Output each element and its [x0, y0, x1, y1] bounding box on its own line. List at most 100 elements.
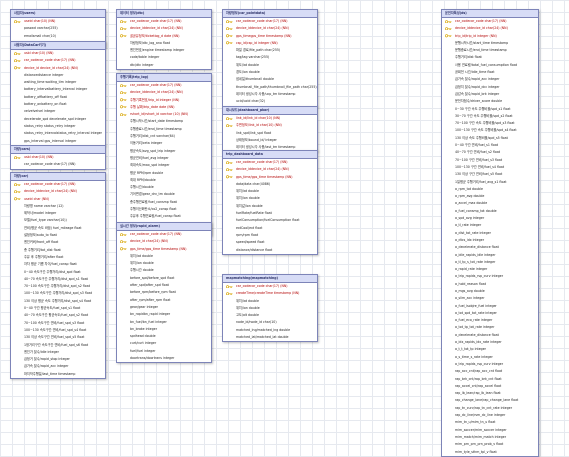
column-row[interactable]: extCool/ext float — [223, 225, 317, 232]
column-row[interactable]: after_rpm/after_rpm float — [117, 297, 211, 304]
column-row[interactable]: 경도/lon double — [223, 69, 317, 76]
column-row[interactable]: 급정지 횟수/rapid_dcc integer — [442, 84, 538, 91]
column-row[interactable]: link_spd/link_spd float — [223, 130, 317, 137]
column-row[interactable]: 모델(fuel_type varchar(10)) — [11, 217, 105, 224]
column-row[interactable]: 데이터 생성시각 사용/ucp_tm timestamp — [223, 91, 317, 98]
column-row[interactable]: 공회전 시간/idle_time float — [442, 69, 538, 76]
column-row[interactable]: 100~130 속도구간 연비/fuel_spd_s4 float — [11, 327, 105, 334]
column-row[interactable]: a_s_time_s_rate integer — [442, 354, 538, 361]
column-row[interactable]: car_codecar_code char(17) (NN) — [442, 18, 538, 25]
column-row[interactable]: 주행기록번호/trip_id integer (NN) — [117, 97, 211, 104]
column-row[interactable]: device_iddevice_id char(24) (NN) — [223, 25, 317, 32]
column-row[interactable]: 기어변경/gear_drv_tm double — [117, 191, 211, 198]
column-row[interactable]: node_id/node_id char(10) — [223, 319, 317, 326]
column-row[interactable]: a_fuel_consmp_tot double — [442, 208, 538, 215]
table-trip-log[interactable]: 주행기록(trip_log) car_codecar_code char(17) … — [116, 73, 212, 237]
table-cars[interactable]: 차량(cars) usbl char(10) (NN) car_codecar_co… — [10, 145, 106, 170]
column-row[interactable]: device_iddevice_id char(24) (NN) — [223, 166, 317, 173]
column-row[interactable]: 고도/alt double — [223, 312, 317, 319]
column-row[interactable]: car_codecar_code char(17) (NN) — [117, 82, 211, 89]
column-row[interactable]: a_rapid_rate integer — [442, 266, 538, 273]
column-row[interactable]: a_tl_tp_s_tot_rate integer — [442, 259, 538, 266]
column-row[interactable]: a_idx_rapids_idx_rate integer — [442, 339, 538, 346]
column-row[interactable]: usbl char(10) (NN) — [11, 154, 105, 161]
column-row[interactable]: gps_interval gps_interval integer — [11, 138, 105, 145]
column-row[interactable]: a_trip_rapids_rsp_curv integer — [442, 273, 538, 280]
column-row[interactable]: status_retry_intervalstatus_retry_interv… — [11, 130, 105, 137]
column-row[interactable]: 40~70 속도구간 주행거리/dist_spd_s1 float — [11, 276, 105, 283]
column-row[interactable]: 평균연비/fuel_avg integer — [117, 155, 211, 162]
column-row[interactable]: 엔진커버/front_off float — [11, 239, 105, 246]
column-row[interactable]: thumbnail_file_path/thumbnail_file_path … — [223, 84, 317, 91]
column-row[interactable]: gps_time/gps_time timestamp (NN) — [117, 246, 211, 253]
column-row[interactable]: a_dist_tot_rate integer — [442, 230, 538, 237]
column-row[interactable]: 주유 후 주행거리/after float — [11, 254, 105, 261]
column-row[interactable]: 운행종료시간/end_time timestamp — [442, 47, 538, 54]
column-row[interactable]: 평균 RPM/rpm double — [117, 170, 211, 177]
column-row[interactable]: dtc/dtc integer — [117, 62, 211, 69]
column-row[interactable]: 운전자점수/driver_score double — [442, 98, 538, 105]
column-row[interactable]: decelerate_spd decelerate_spd integer — [11, 116, 105, 123]
column-row[interactable]: rpm/rpm float — [223, 232, 317, 239]
column-row[interactable]: 주행시작시간/start_date timestamp — [117, 118, 211, 125]
column-row[interactable]: 30~70 구간 속도 주행비율/spd_s2 float — [442, 113, 538, 120]
column-row[interactable]: 제작사/model integer — [11, 210, 105, 217]
column-row[interactable]: 자차 평균 기름 차이/fuel_consp float — [11, 261, 105, 268]
column-row[interactable]: 주행거리/dist float — [442, 54, 538, 61]
column-row[interactable]: device_iddevice_id char(24) (NN) — [11, 188, 105, 195]
table-dashboard-pkor[interactable]: 대시보드(dashboard_pkor) link_id/link_id char… — [222, 106, 318, 153]
column-row[interactable]: 주행이산화탄소/co2_consp float — [117, 206, 211, 213]
column-row[interactable]: 차량명 name varchar (12) — [11, 203, 105, 210]
column-row[interactable]: bn_fuel/bn_fuel integer — [117, 319, 211, 326]
column-row[interactable]: 100~130 구간 연비/fuel_s4 float — [442, 164, 538, 171]
column-row[interactable]: device_id device_id char(24) (NN) — [11, 65, 105, 72]
column-row[interactable]: useid char(10) (NN) — [11, 18, 105, 25]
column-row[interactable]: 상태정보/bound_id/ integer — [223, 137, 317, 144]
table-dtc[interactable]: 데이터 정보(dtc) car_codecar_code char(17) (NN… — [116, 9, 212, 71]
column-row[interactable]: 위치/lon double — [223, 305, 317, 312]
column-row[interactable]: csp_id/csp_id integer (NN) — [223, 40, 317, 47]
column-row[interactable]: a_slim_acc integer — [442, 295, 538, 302]
column-row[interactable]: 1정거리구간 속도구간 연비/fuel_spd_s6 float — [11, 342, 105, 349]
column-row[interactable]: a_rpm_avg double — [442, 193, 538, 200]
column-row[interactable]: 사용 연료량/total_fuel_consumption float — [442, 62, 538, 69]
column-row[interactable]: 주변정보/link_id char(10) (NN) — [223, 122, 317, 129]
column-row[interactable]: 0~40 구간 평균속도/fuel_spd_s1 float — [11, 305, 105, 312]
column-row[interactable]: 급감속 횟수/rapid_brk integer — [442, 91, 538, 98]
column-row[interactable]: mim_tn_u/mim_tn_u float — [442, 419, 538, 426]
column-row[interactable]: mim_prn_prn_prn_prob_v float — [442, 441, 538, 448]
table-mapmatching[interactable]: mapmatching(mapmatching) car_codecar_code… — [222, 274, 318, 343]
column-row[interactable]: 0~30 구간 속도 주행비율/spd_s1 float — [442, 106, 538, 113]
column-row[interactable]: gear/gear integer — [117, 304, 211, 311]
column-row[interactable]: a_trip_rapids_rsp_curv integer — [442, 361, 538, 368]
column-row[interactable]: 70~100 구간 속도 주행비율/spd_s3 float — [442, 120, 538, 127]
table-car[interactable]: 차량(car) car_codecar_code char(17) (NN) dev… — [10, 172, 106, 380]
column-row[interactable]: createTime/createTime timestamp (NN) — [223, 290, 317, 297]
column-row[interactable]: 100~130 속도구간 주행거리/dist_spd_s3 float — [11, 290, 105, 297]
column-row[interactable]: speed/speed float — [223, 239, 317, 246]
column-row[interactable]: car_codecar_code char(17) (NN) — [117, 231, 211, 238]
column-row[interactable]: code/table integer — [117, 54, 211, 61]
column-row[interactable]: a_decelerate_distance float — [442, 244, 538, 251]
table-car-pointdata[interactable]: 차량정보(car_pointdata) car_codecar_code char… — [222, 9, 318, 107]
column-row[interactable]: fuelConsumption/fuelConsumption float — [223, 217, 317, 224]
column-row[interactable]: velvelvelvel integer — [11, 108, 105, 115]
column-row[interactable]: battery_intervalbattery_interval integer — [11, 86, 105, 93]
column-row[interactable]: car_codecar_code char(17) (NN) — [11, 161, 105, 168]
column-row[interactable]: 골공유정보/ticketlog_d date (NN) — [117, 33, 211, 40]
column-row[interactable]: 위도/lat double — [223, 62, 317, 69]
column-row[interactable]: rap_change_lane/rap_change_lane float — [442, 397, 538, 404]
column-row[interactable]: spdhead double — [117, 333, 211, 340]
column-row[interactable]: device_id char(24) (NN) — [117, 238, 211, 245]
column-row[interactable]: 설정정보/auto_tx float — [11, 232, 105, 239]
column-row[interactable]: a_decelerate_distance float — [442, 332, 538, 339]
column-row[interactable]: mim_match/mim_match integer — [442, 434, 538, 441]
column-row[interactable]: emailsmail char(10) — [11, 33, 105, 40]
column-row[interactable]: 70~100 구간 연비/fuel_s3 float — [442, 157, 538, 164]
column-row[interactable]: car_codecar_code char(17) (NN) — [223, 283, 317, 290]
column-row[interactable]: bn_brake integer — [117, 326, 211, 333]
column-row[interactable]: 위치/lat double — [223, 298, 317, 305]
column-row[interactable]: mim_tyle_sthm_tpl_v float — [442, 449, 538, 456]
column-row[interactable]: gps_timegps_time timestamp (NN) — [223, 33, 317, 40]
column-row[interactable]: 운행시작시간/start_time timestamp — [442, 40, 538, 47]
